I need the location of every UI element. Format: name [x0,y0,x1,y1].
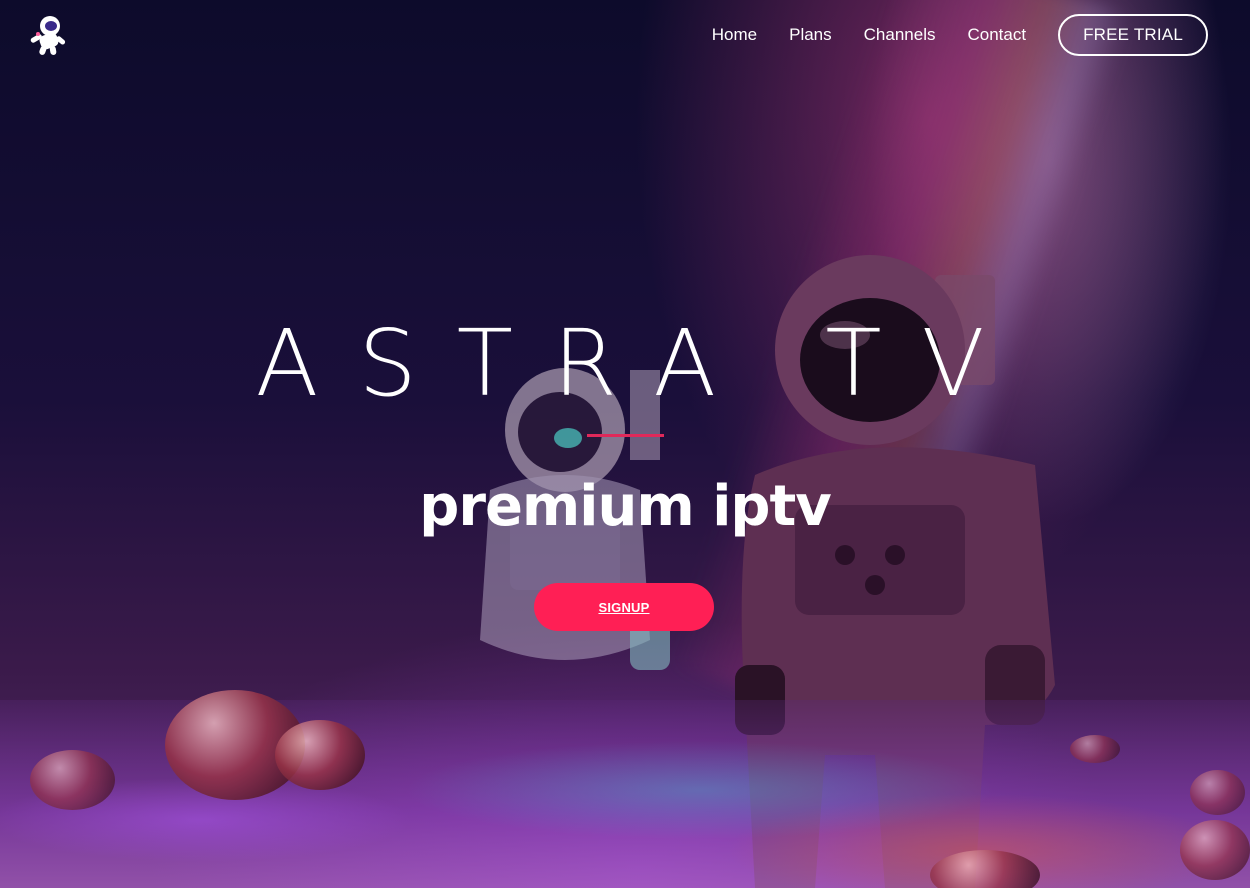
nav-link-home[interactable]: Home [712,25,757,45]
sphere-decoration [1180,820,1250,880]
hero-background [0,0,1250,888]
sphere-decoration [1190,770,1245,815]
signup-button[interactable]: SIGNUP [534,583,714,631]
free-trial-button[interactable]: FREE TRIAL [1058,14,1208,56]
nav-link-plans[interactable]: Plans [789,25,832,45]
hero-subtitle: premium iptv [419,474,832,539]
hero-title: ASTRA TV [255,310,1025,417]
sphere-decoration [1070,735,1120,763]
main-navigation: Home Plans Channels Contact FREE TRIAL [712,14,1208,56]
astronaut-logo-icon[interactable] [26,12,70,56]
title-underline-divider [587,434,664,437]
nav-link-contact[interactable]: Contact [967,25,1026,45]
sphere-decoration [275,720,365,790]
nav-link-channels[interactable]: Channels [864,25,936,45]
sphere-decoration [30,750,115,810]
